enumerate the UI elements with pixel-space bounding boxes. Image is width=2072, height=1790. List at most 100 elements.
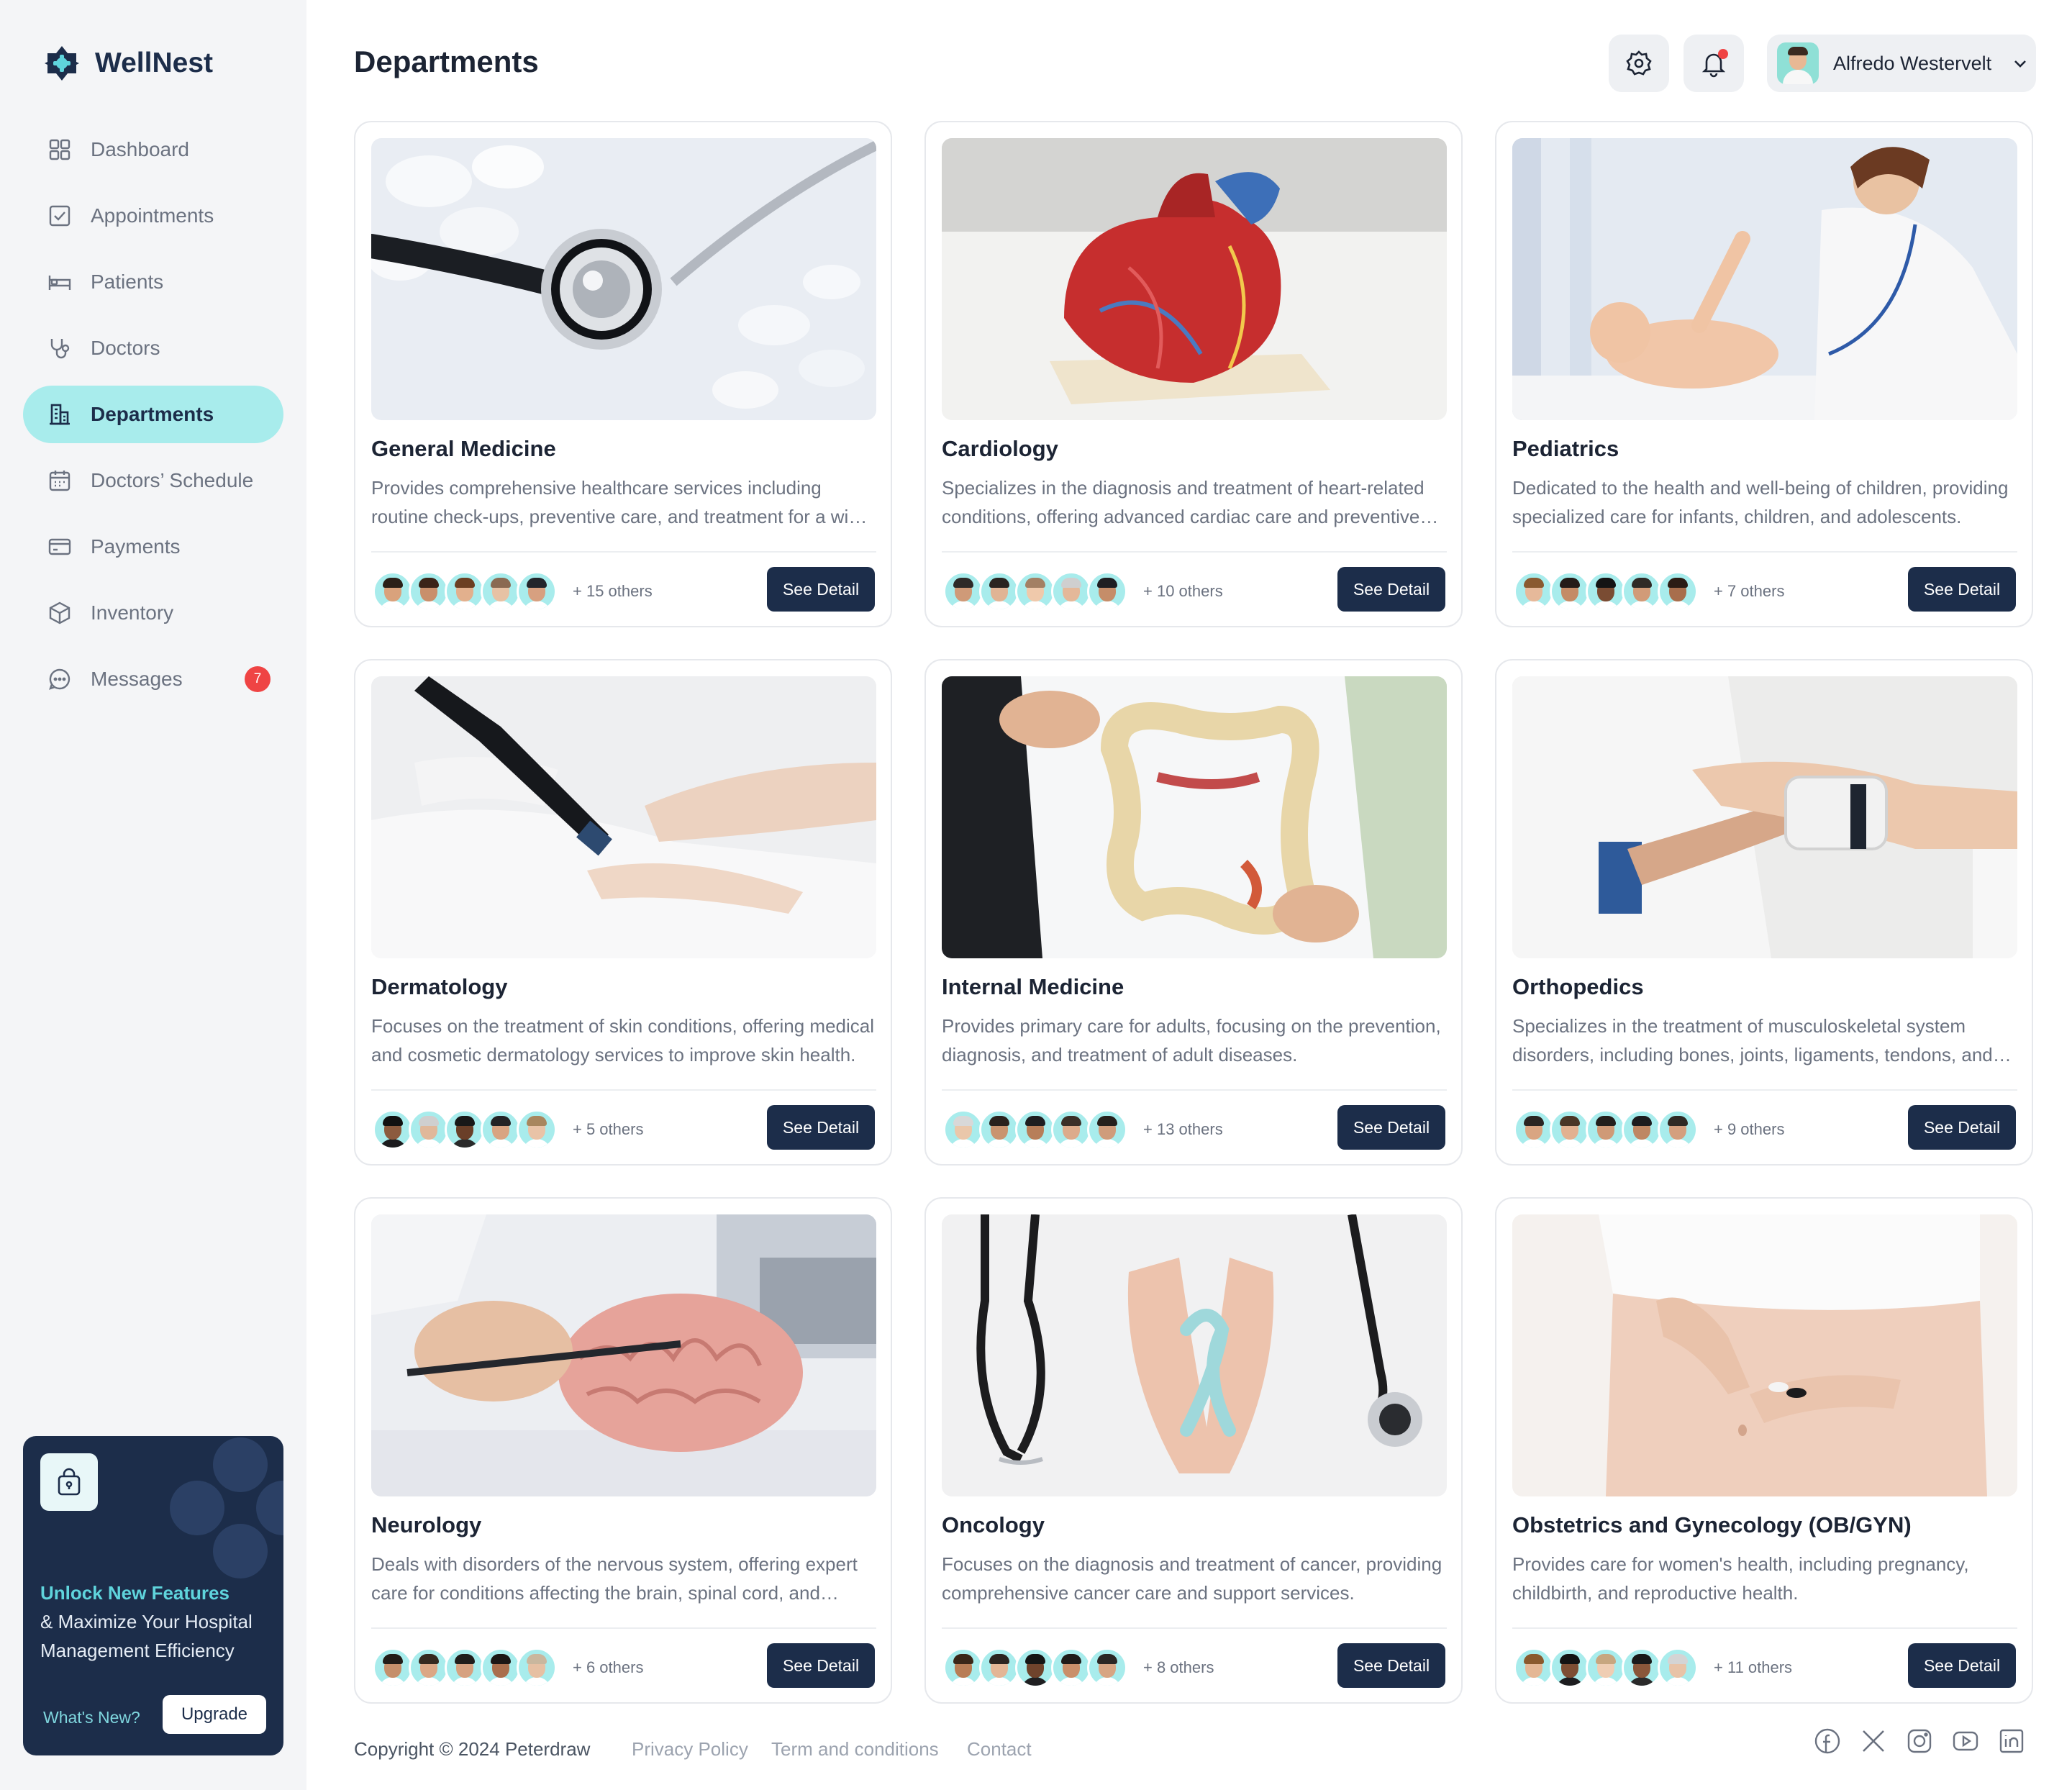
avatar [1051, 571, 1091, 612]
sidebar-item-dashboard[interactable]: Dashboard [23, 121, 283, 178]
department-image-orthopedics [1512, 676, 2017, 958]
terms-link[interactable]: Term and conditions [771, 1738, 939, 1761]
others-count: + 10 others [1143, 582, 1223, 600]
others-count: + 9 others [1714, 1120, 1785, 1138]
avatar [1051, 1648, 1091, 1688]
department-image-oncology [942, 1214, 1447, 1496]
avatar [1586, 1648, 1626, 1688]
grid-icon [49, 139, 71, 160]
avatar [445, 1109, 485, 1150]
sidebar-item-label: Departments [91, 403, 214, 425]
avatar [373, 571, 413, 612]
bed-icon [48, 276, 71, 290]
doctor-avatars: + 5 others [373, 1109, 643, 1150]
checkbox-icon [49, 205, 71, 227]
sidebar-item-departments[interactable]: Departments [23, 386, 283, 443]
sidebar-item-label: Doctors’ Schedule [91, 469, 254, 491]
avatar [517, 1648, 557, 1688]
divider [371, 551, 876, 553]
user-menu[interactable]: Alfredo Westervelt [1767, 35, 2036, 92]
doctor-avatars: + 9 others [1514, 1109, 1784, 1150]
department-name: Internal Medicine [942, 974, 1124, 999]
see-detail-button[interactable]: See Detail [1337, 1643, 1445, 1688]
doctor-avatars: + 7 others [1514, 571, 1784, 612]
sidebar-item-messages[interactable]: Messages 7 [23, 650, 283, 708]
whats-new-link[interactable]: What's New? [43, 1708, 140, 1727]
box-icon [49, 601, 71, 624]
see-detail-button[interactable]: See Detail [1908, 567, 2016, 612]
linkedin-icon[interactable] [1997, 1727, 2026, 1755]
avatar [1622, 1648, 1662, 1688]
department-name: Obstetrics and Gynecology (OB/GYN) [1512, 1512, 1912, 1537]
department-name: Oncology [942, 1512, 1045, 1537]
department-image-pediatrics [1512, 138, 2017, 420]
avatar [481, 1109, 521, 1150]
avatar [1514, 571, 1554, 612]
promo-highlight: Unlock New Features [40, 1582, 230, 1604]
department-card: Oncology Focuses on the diagnosis and tr… [924, 1197, 1463, 1704]
sidebar-item-label: Payments [91, 535, 181, 558]
see-detail-button[interactable]: See Detail [767, 1643, 875, 1688]
department-description: Specializes in the treatment of musculos… [1512, 1015, 1993, 1066]
department-description: Deals with disorders of the nervous syst… [371, 1553, 858, 1604]
youtube-icon[interactable] [1951, 1727, 1980, 1755]
department-name: General Medicine [371, 436, 556, 461]
facebook-icon[interactable] [1813, 1727, 1842, 1755]
avatar [943, 571, 983, 612]
avatar [445, 1648, 485, 1688]
department-description: Specializes in the diagnosis and treatme… [942, 477, 1424, 527]
doctor-avatars: + 6 others [373, 1648, 643, 1688]
avatar [1051, 1109, 1091, 1150]
notifications-button[interactable] [1684, 35, 1744, 92]
sidebar-item-doctors-schedule[interactable]: Doctors’ Schedule [23, 452, 283, 509]
privacy-policy-link[interactable]: Privacy Policy [632, 1738, 748, 1761]
department-description: Provides primary care for adults, focusi… [942, 1015, 1441, 1066]
department-name: Dermatology [371, 974, 508, 999]
upgrade-button[interactable]: Upgrade [163, 1695, 266, 1734]
avatar [979, 571, 1019, 612]
department-image-internal-medicine [942, 676, 1447, 958]
avatar [1087, 1648, 1127, 1688]
department-card: Cardiology Specializes in the diagnosis … [924, 121, 1463, 627]
see-detail-button[interactable]: See Detail [767, 1105, 875, 1150]
avatar [1622, 571, 1662, 612]
x-icon[interactable] [1859, 1727, 1888, 1755]
stethoscope-icon [50, 339, 70, 359]
brand[interactable]: WellNest [43, 45, 213, 82]
avatar [1586, 1109, 1626, 1150]
see-detail-button[interactable]: See Detail [1337, 1105, 1445, 1150]
brand-name: WellNest [95, 47, 213, 78]
avatar [1514, 1648, 1554, 1688]
department-name: Cardiology [942, 436, 1058, 461]
instagram-icon[interactable] [1905, 1727, 1934, 1755]
gear-icon [1626, 50, 1652, 76]
building-icon [50, 404, 70, 425]
sidebar-item-patients[interactable]: Patients [23, 253, 283, 311]
sidebar-item-payments[interactable]: Payments [23, 518, 283, 576]
sidebar-item-appointments[interactable]: Appointments [23, 187, 283, 245]
sidebar-item-inventory[interactable]: Inventory [23, 584, 283, 642]
see-detail-button[interactable]: See Detail [1908, 1643, 2016, 1688]
promo-body: & Maximize Your Hospital Management Effi… [40, 1611, 253, 1661]
avatar [1550, 571, 1590, 612]
decorative-flower-icon [170, 1437, 283, 1578]
see-detail-button[interactable]: See Detail [1908, 1105, 2016, 1150]
calendar-icon [49, 471, 71, 491]
see-detail-button[interactable]: See Detail [1337, 567, 1445, 612]
sidebar-item-label: Appointments [91, 204, 214, 227]
avatar [1658, 1109, 1698, 1150]
settings-button[interactable] [1609, 35, 1669, 92]
avatar [943, 1648, 983, 1688]
others-count: + 15 others [573, 582, 653, 600]
sidebar-item-doctors[interactable]: Doctors [23, 319, 283, 377]
avatar [1550, 1648, 1590, 1688]
sidebar-item-label: Inventory [91, 601, 174, 624]
user-name: Alfredo Westervelt [1833, 52, 1992, 74]
see-detail-button[interactable]: See Detail [767, 567, 875, 612]
contact-link[interactable]: Contact [967, 1738, 1032, 1761]
avatar [481, 571, 521, 612]
others-count: + 7 others [1714, 582, 1785, 600]
department-description: Provides care for women's health, includ… [1512, 1553, 1969, 1604]
divider [942, 551, 1447, 553]
department-image-dermatology [371, 676, 876, 958]
